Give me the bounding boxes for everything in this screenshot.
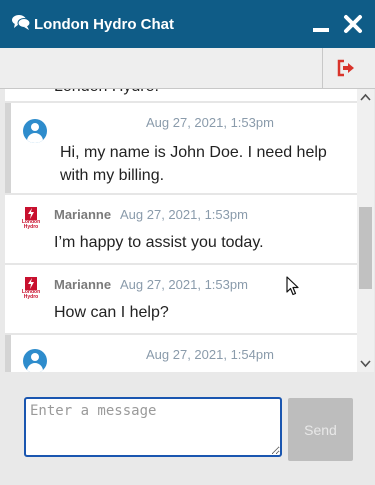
message-timestamp: Aug 27, 2021, 1:53pm	[120, 277, 248, 292]
london-hydro-logo: London Hydro	[20, 277, 42, 307]
message-text: How can I help?	[54, 304, 169, 321]
message-timestamp: Aug 27, 2021, 1:53pm	[120, 207, 248, 222]
message-input[interactable]	[24, 397, 282, 457]
message-list[interactable]: London Hydro. Aug 27, 2021, 1:53pm Hi, m…	[5, 89, 357, 372]
sender-name: Marianne	[54, 277, 112, 292]
sign-out-icon[interactable]	[336, 58, 356, 78]
toolbar-divider	[322, 48, 323, 88]
chat-toolbar	[0, 48, 375, 89]
chat-title-bar: London Hydro Chat	[0, 0, 375, 48]
message-item-user: Aug 27, 2021, 1:54pm	[5, 335, 357, 372]
scroll-down-icon[interactable]	[357, 355, 374, 372]
minimize-button[interactable]	[311, 13, 333, 35]
minimize-icon	[313, 28, 329, 32]
message-partial: London Hydro.	[5, 89, 357, 101]
close-icon[interactable]	[342, 13, 364, 35]
scroll-up-icon[interactable]	[357, 89, 374, 106]
message-text: Hi, my name is John Doe. I need help wit…	[60, 144, 327, 184]
user-avatar-icon	[23, 119, 47, 143]
mouse-pointer-icon	[286, 276, 299, 296]
message-composer: Send	[0, 373, 375, 485]
message-timestamp: Aug 27, 2021, 1:54pm	[146, 347, 274, 362]
message-timestamp: Aug 27, 2021, 1:53pm	[146, 115, 274, 130]
user-avatar-icon	[23, 349, 47, 372]
london-hydro-logo: London Hydro	[20, 207, 42, 237]
message-text: I’m happy to assist you today.	[54, 234, 264, 251]
sender-name: Marianne	[54, 207, 112, 222]
send-button[interactable]: Send	[288, 398, 353, 461]
message-item-agent: London Hydro Marianne Aug 27, 2021, 1:53…	[5, 265, 357, 333]
message-item-user: Aug 27, 2021, 1:53pm Hi, my name is John…	[5, 103, 357, 193]
message-item-agent: London Hydro Marianne Aug 27, 2021, 1:53…	[5, 195, 357, 263]
message-text: London Hydro.	[54, 89, 159, 98]
message-list-scrollbar[interactable]	[357, 89, 374, 372]
window-title: London Hydro Chat	[34, 16, 174, 33]
chat-bubbles-icon	[12, 15, 30, 30]
scrollbar-thumb[interactable]	[359, 207, 372, 289]
